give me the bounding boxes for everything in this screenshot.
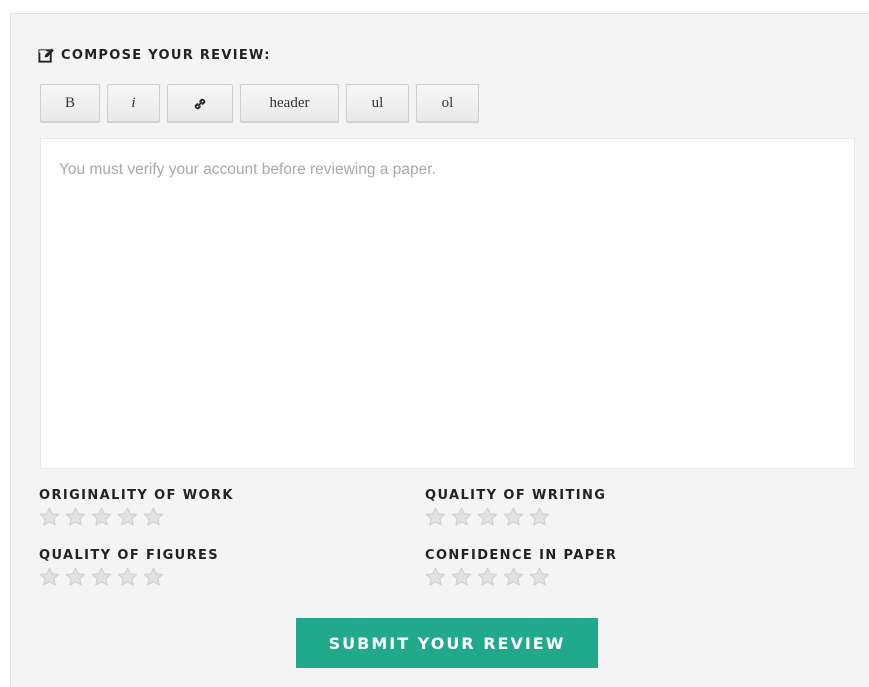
star-rating[interactable] [425, 567, 617, 586]
compose-heading: COMPOSE YOUR REVIEW: [38, 47, 271, 64]
star-icon[interactable] [65, 567, 86, 586]
rating-label: QUALITY OF FIGURES [39, 548, 220, 563]
rating-label: QUALITY OF WRITING [425, 488, 607, 503]
editor-toolbar: B i header ul ol [40, 84, 486, 123]
review-textarea[interactable] [40, 138, 855, 469]
star-icon[interactable] [477, 567, 498, 586]
ordered-list-button[interactable]: ol [416, 84, 479, 123]
unordered-list-button[interactable]: ul [346, 84, 409, 123]
star-icon[interactable] [143, 507, 164, 526]
star-icon[interactable] [503, 567, 524, 586]
star-icon[interactable] [117, 567, 138, 586]
rating-writing: QUALITY OF WRITING [425, 488, 606, 526]
link-button[interactable] [167, 84, 233, 123]
rating-confidence: CONFIDENCE IN PAPER [425, 548, 617, 586]
star-icon[interactable] [425, 567, 446, 586]
star-rating[interactable] [425, 507, 606, 526]
star-icon[interactable] [39, 507, 60, 526]
star-rating[interactable] [39, 567, 219, 586]
star-icon[interactable] [451, 567, 472, 586]
star-icon[interactable] [451, 507, 472, 526]
link-icon [194, 98, 206, 109]
rating-label: CONFIDENCE IN PAPER [425, 548, 618, 563]
star-icon[interactable] [503, 507, 524, 526]
italic-button[interactable]: i [107, 84, 160, 123]
review-panel: COMPOSE YOUR REVIEW: B i header ul ol OR… [10, 13, 869, 687]
star-icon[interactable] [477, 507, 498, 526]
edit-icon [38, 47, 55, 64]
star-icon[interactable] [425, 507, 446, 526]
star-icon[interactable] [143, 567, 164, 586]
star-icon[interactable] [91, 507, 112, 526]
rating-label: ORIGINALITY OF WORK [39, 488, 234, 503]
submit-review-button[interactable]: SUBMIT YOUR REVIEW [296, 618, 598, 668]
star-icon[interactable] [529, 567, 550, 586]
star-icon[interactable] [117, 507, 138, 526]
rating-figures: QUALITY OF FIGURES [39, 548, 219, 586]
star-icon[interactable] [39, 567, 60, 586]
star-icon[interactable] [529, 507, 550, 526]
rating-originality: ORIGINALITY OF WORK [39, 488, 234, 526]
star-icon[interactable] [65, 507, 86, 526]
star-rating[interactable] [39, 507, 234, 526]
header-button[interactable]: header [240, 84, 339, 123]
compose-heading-text: COMPOSE YOUR REVIEW: [61, 48, 271, 63]
star-icon[interactable] [91, 567, 112, 586]
bold-button[interactable]: B [40, 84, 100, 123]
